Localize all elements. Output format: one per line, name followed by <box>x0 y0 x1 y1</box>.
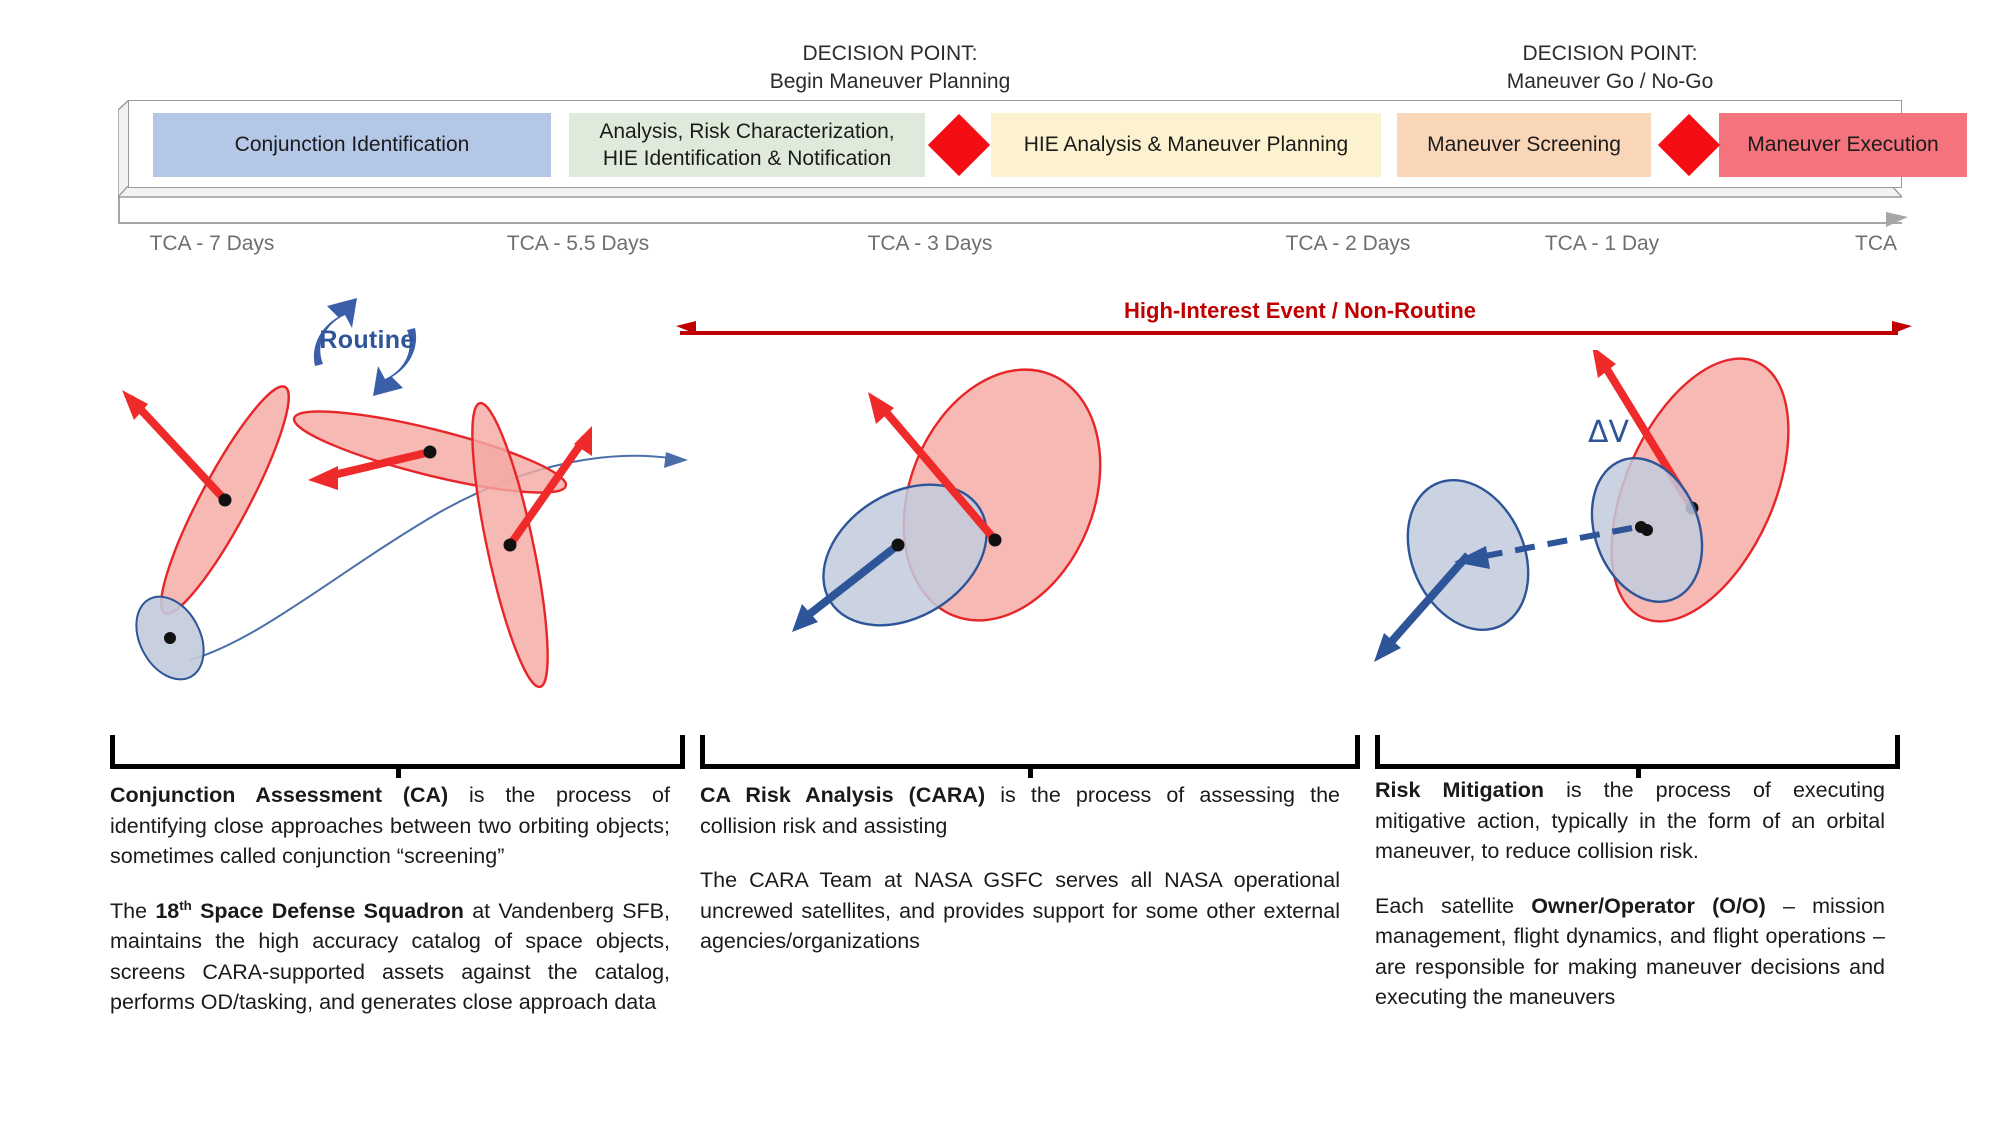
column-risk-mitigation: Risk Mitigation is the process of execut… <box>1375 775 1885 1037</box>
decision-point-1: DECISION POINT: Begin Maneuver Planning <box>600 40 1180 97</box>
axis-label-tca-7: TCA - 7 Days <box>149 232 275 255</box>
phase-label: HIE Analysis & Maneuver Planning <box>1023 133 1349 157</box>
timeline-container: Conjunction Identification Analysis, Ris… <box>118 100 1967 198</box>
covariance-ellipse-red <box>471 401 592 689</box>
phase-label: Conjunction Identification <box>234 133 470 157</box>
sds-pre: The <box>110 898 156 923</box>
column-ca-risk-analysis: CA Risk Analysis (CARA) is the process o… <box>700 780 1340 981</box>
phase-label: Maneuver Execution <box>1747 133 1939 157</box>
decision-diamond-icon <box>927 113 991 177</box>
paragraph-cara-team: The CARA Team at NASA GSFC serves all NA… <box>700 868 1340 954</box>
bracket-conjunction-assessment <box>110 735 685 778</box>
decision-point-2-subtitle: Maneuver Go / No-Go <box>1506 70 1714 94</box>
sds-name: Space Defense Squadron <box>191 898 464 923</box>
paragraph-18-sds: The 18th Space Defense Squadron at Vande… <box>110 896 670 1018</box>
rm-lead: Risk Mitigation <box>1375 778 1544 802</box>
timeline-axis <box>118 222 1902 224</box>
covariance-ellipse-red <box>292 410 568 494</box>
phase-hie-analysis-maneuver-planning[interactable]: HIE Analysis & Maneuver Planning <box>991 113 1381 177</box>
covariance-ellipse-red <box>122 385 290 615</box>
diagram-conjunction-identification <box>122 385 688 689</box>
axis-label-tca-1: TCA - 1 Day <box>1544 232 1660 255</box>
paragraph-ca-definition: Conjunction Assessment (CA) is the proce… <box>110 780 670 872</box>
ca-lead: Conjunction Assessment (CA) <box>110 783 449 807</box>
axis-label-tca: TCA <box>1855 232 1897 255</box>
sds-number: 18 <box>155 898 180 923</box>
decision-point-1-subtitle: Begin Maneuver Planning <box>769 70 1011 94</box>
diagram-ca-risk-analysis <box>792 368 1102 632</box>
diagram-risk-mitigation <box>1374 350 1790 662</box>
decision-point-1-title: DECISION POINT: <box>802 42 978 65</box>
paragraph-owner-operator: Each satellite Owner/Operator (O/O) – mi… <box>1375 891 1885 1013</box>
phase-maneuver-execution[interactable]: Maneuver Execution <box>1719 113 1967 177</box>
axis-start-tick <box>118 198 120 224</box>
paragraph-risk-mitigation-definition: Risk Mitigation is the process of execut… <box>1375 775 1885 867</box>
covariance-ellipse-blue <box>135 595 205 681</box>
column-conjunction-assessment: Conjunction Assessment (CA) is the proce… <box>110 780 670 1042</box>
decision-point-2: DECISION POINT: Maneuver Go / No-Go <box>1360 40 1860 97</box>
phase-maneuver-screening[interactable]: Maneuver Screening <box>1397 113 1651 177</box>
axis-label-tca-5-5: TCA - 5.5 Days <box>506 232 650 255</box>
decision-diamond-icon <box>1657 113 1721 177</box>
bracket-ca-risk-analysis <box>700 735 1360 778</box>
phase-analysis-risk-characterization[interactable]: Analysis, Risk Characterization, HIE Ide… <box>569 113 925 177</box>
hie-arrow-right-icon <box>1892 321 1912 334</box>
oo-lead: Owner/Operator (O/O) <box>1531 893 1766 918</box>
delta-v-label: ΔV <box>1588 415 1630 450</box>
cara-lead: CA Risk Analysis (CARA) <box>700 783 986 807</box>
decision-point-2-title: DECISION POINT: <box>1522 42 1698 65</box>
axis-label-tca-3: TCA - 3 Days <box>867 232 993 255</box>
phase-label: Analysis, Risk Characterization, HIE Ide… <box>599 119 895 170</box>
paragraph-cara-definition: CA Risk Analysis (CARA) is the process o… <box>700 780 1340 841</box>
sds-ordinal: th <box>179 897 192 913</box>
oo-pre: Each satellite <box>1375 893 1532 918</box>
high-interest-event-line <box>680 331 1898 335</box>
phase-label: Maneuver Screening <box>1427 133 1621 157</box>
bracket-risk-mitigation <box>1375 735 1900 778</box>
phase-conjunction-identification[interactable]: Conjunction Identification <box>153 113 551 177</box>
axis-label-tca-2: TCA - 2 Days <box>1285 232 1411 255</box>
timeline-frame: Conjunction Identification Analysis, Ris… <box>128 100 1967 188</box>
high-interest-event-label: High-Interest Event / Non-Routine <box>1124 298 1476 323</box>
